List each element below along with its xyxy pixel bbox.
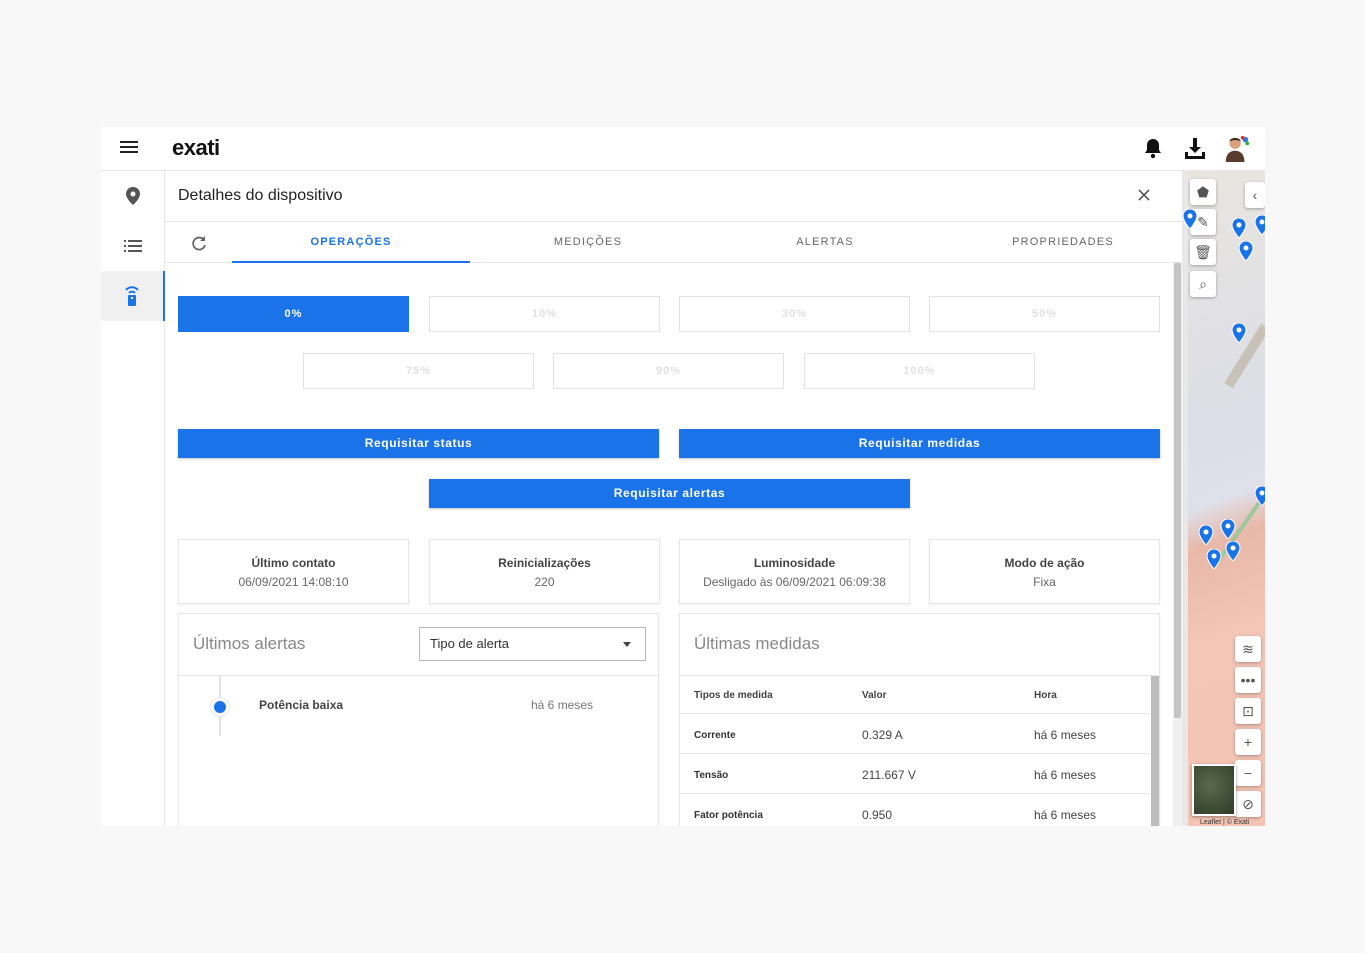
dim-50-button[interactable]: 50%: [929, 296, 1160, 332]
dim-75-button[interactable]: 75%: [303, 353, 534, 389]
card-value: Fixa: [1033, 575, 1056, 589]
app-logo: exati: [172, 135, 220, 160]
chevron-left-icon[interactable]: ‹: [1245, 182, 1265, 208]
zoom-in-icon[interactable]: +: [1235, 729, 1261, 755]
alert-name: Potência baixa: [259, 698, 344, 712]
chevron-down-icon: [623, 642, 631, 647]
alert-time: há 6 meses: [531, 698, 594, 712]
box-title: Últimos alertas: [193, 634, 306, 653]
table-header: Tipos de medida Valor Hora: [680, 676, 1150, 714]
measure-time: há 6 meses: [1034, 728, 1097, 742]
card-last-contact: Último contato 06/09/2021 14:08:10: [178, 539, 409, 604]
map-marker-icon[interactable]: [1254, 215, 1265, 235]
dim-0-button[interactable]: 0%: [178, 296, 409, 332]
card-value: 220: [534, 575, 555, 589]
layers-icon[interactable]: ≋: [1235, 636, 1261, 662]
app-window: exati Detalhes do dispositivo OPERAÇÕES …: [101, 127, 1265, 826]
tab-alertas[interactable]: ALERTAS: [706, 222, 944, 263]
minimap[interactable]: [1192, 764, 1236, 816]
measure-value: 211.667 V: [862, 768, 916, 782]
measure-time: há 6 meses: [1034, 768, 1097, 782]
trash-icon[interactable]: 🗑: [1190, 239, 1216, 265]
measure-type: Corrente: [694, 730, 736, 741]
request-measures-button[interactable]: Requisitar medidas: [679, 429, 1160, 458]
column-header: Valor: [862, 690, 887, 701]
box-title: Últimas medidas: [694, 634, 820, 653]
column-header: Hora: [1034, 690, 1057, 701]
request-status-button[interactable]: Requisitar status: [178, 429, 659, 458]
measure-value: 0.950: [862, 808, 893, 822]
measure-value: 0.329 A: [862, 728, 903, 742]
hamburger-menu-icon[interactable]: [120, 141, 138, 157]
card-luminosity: Luminosidade Desligado às 06/09/2021 06:…: [679, 539, 910, 604]
map-marker-icon[interactable]: [1198, 525, 1214, 545]
column-header: Tipos de medida: [694, 690, 773, 701]
map-marker-icon[interactable]: [1231, 218, 1247, 238]
measure-time: há 6 meses: [1034, 808, 1097, 822]
tab-operacoes[interactable]: OPERAÇÕES: [232, 222, 470, 263]
search-icon[interactable]: ⌕: [1190, 271, 1216, 297]
draw-polygon-icon[interactable]: ⬟: [1190, 179, 1216, 205]
last-measures-box: Últimas medidas Tipos de medida Valor Ho…: [679, 613, 1160, 826]
map-marker-icon[interactable]: [1182, 209, 1198, 229]
card-title: Último contato: [251, 556, 336, 570]
request-alerts-button[interactable]: Requisitar alertas: [429, 479, 910, 508]
card-title: Luminosidade: [753, 556, 836, 570]
table-row: Tensão 211.667 V há 6 meses: [680, 754, 1150, 794]
select-value: Tipo de alerta: [430, 636, 510, 651]
device-details-panel: Detalhes do dispositivo OPERAÇÕES MEDIÇÕ…: [165, 171, 1182, 826]
close-icon[interactable]: [1134, 185, 1154, 205]
map-attribution[interactable]: Leaflet | © Exati: [1200, 819, 1249, 826]
map-marker-icon[interactable]: [1225, 541, 1241, 561]
measure-type: Fator potência: [694, 810, 763, 821]
zoom-out-icon[interactable]: −: [1235, 760, 1261, 786]
operations-content: 0% 10% 30% 50% 75% 90% 100% Requisitar s…: [165, 263, 1173, 826]
zoom-area-icon[interactable]: ⊡: [1235, 698, 1261, 724]
map-marker-icon[interactable]: [1206, 549, 1222, 569]
card-value: Desligado às 06/09/2021 06:09:38: [703, 575, 886, 589]
download-icon[interactable]: [1181, 133, 1209, 163]
tab-medicoes[interactable]: MEDIÇÕES: [469, 222, 707, 263]
map-marker-icon[interactable]: [1220, 519, 1236, 539]
sidebar: [101, 171, 165, 826]
panel-scrollbar[interactable]: [1173, 263, 1182, 826]
map-marker-icon[interactable]: [1254, 486, 1265, 506]
last-alerts-box: Últimos alertas Tipo de alerta Potência …: [178, 613, 659, 826]
map-view[interactable]: ⬟ ✎ 🗑 ⌕ ‹ ≋ ••• ⊡ + − ⊘ Leaflet | © Exat…: [1182, 171, 1265, 826]
table-row: Corrente 0.329 A há 6 meses: [680, 714, 1150, 754]
card-title: Modo de ação: [1004, 556, 1085, 570]
map-marker-icon[interactable]: [1231, 323, 1247, 343]
tab-bar: OPERAÇÕES MEDIÇÕES ALERTAS PROPRIEDADES: [165, 222, 1182, 263]
timeline-dot: [211, 698, 229, 716]
table-row: Fator potência 0.950 há 6 meses: [680, 794, 1150, 826]
disable-icon[interactable]: ⊘: [1235, 791, 1261, 817]
top-bar: exati: [101, 127, 1265, 171]
card-title: Reinicializações: [498, 556, 591, 570]
dim-10-button[interactable]: 10%: [429, 296, 660, 332]
sidebar-item-list[interactable]: [101, 221, 165, 271]
map-pin-icon: [126, 187, 140, 205]
measures-table: Tipos de medida Valor Hora Corrente 0.32…: [680, 676, 1150, 826]
dim-30-button[interactable]: 30%: [679, 296, 910, 332]
card-value: 06/09/2021 14:08:10: [238, 575, 349, 589]
card-restarts: Reinicializações 220: [429, 539, 660, 604]
list-icon: [124, 240, 142, 252]
panel-header: Detalhes do dispositivo: [165, 171, 1182, 222]
measure-type: Tensão: [694, 770, 729, 781]
sidebar-item-map[interactable]: [101, 171, 165, 221]
panel-title: Detalhes do dispositivo: [178, 187, 343, 204]
avatar[interactable]: [1223, 133, 1251, 163]
dim-90-button[interactable]: 90%: [553, 353, 784, 389]
dim-100-button[interactable]: 100%: [804, 353, 1035, 389]
tab-propriedades[interactable]: PROPRIEDADES: [944, 222, 1182, 263]
map-marker-icon[interactable]: [1238, 241, 1254, 261]
table-scrollbar[interactable]: [1151, 676, 1159, 826]
more-icon[interactable]: •••: [1235, 667, 1261, 693]
remote-device-icon: [125, 286, 139, 306]
alert-type-select[interactable]: Tipo de alerta: [419, 627, 646, 661]
bell-icon[interactable]: [1139, 133, 1167, 163]
card-action-mode: Modo de ação Fixa: [929, 539, 1160, 604]
sidebar-item-device[interactable]: [101, 271, 165, 321]
refresh-icon[interactable]: [189, 233, 209, 253]
